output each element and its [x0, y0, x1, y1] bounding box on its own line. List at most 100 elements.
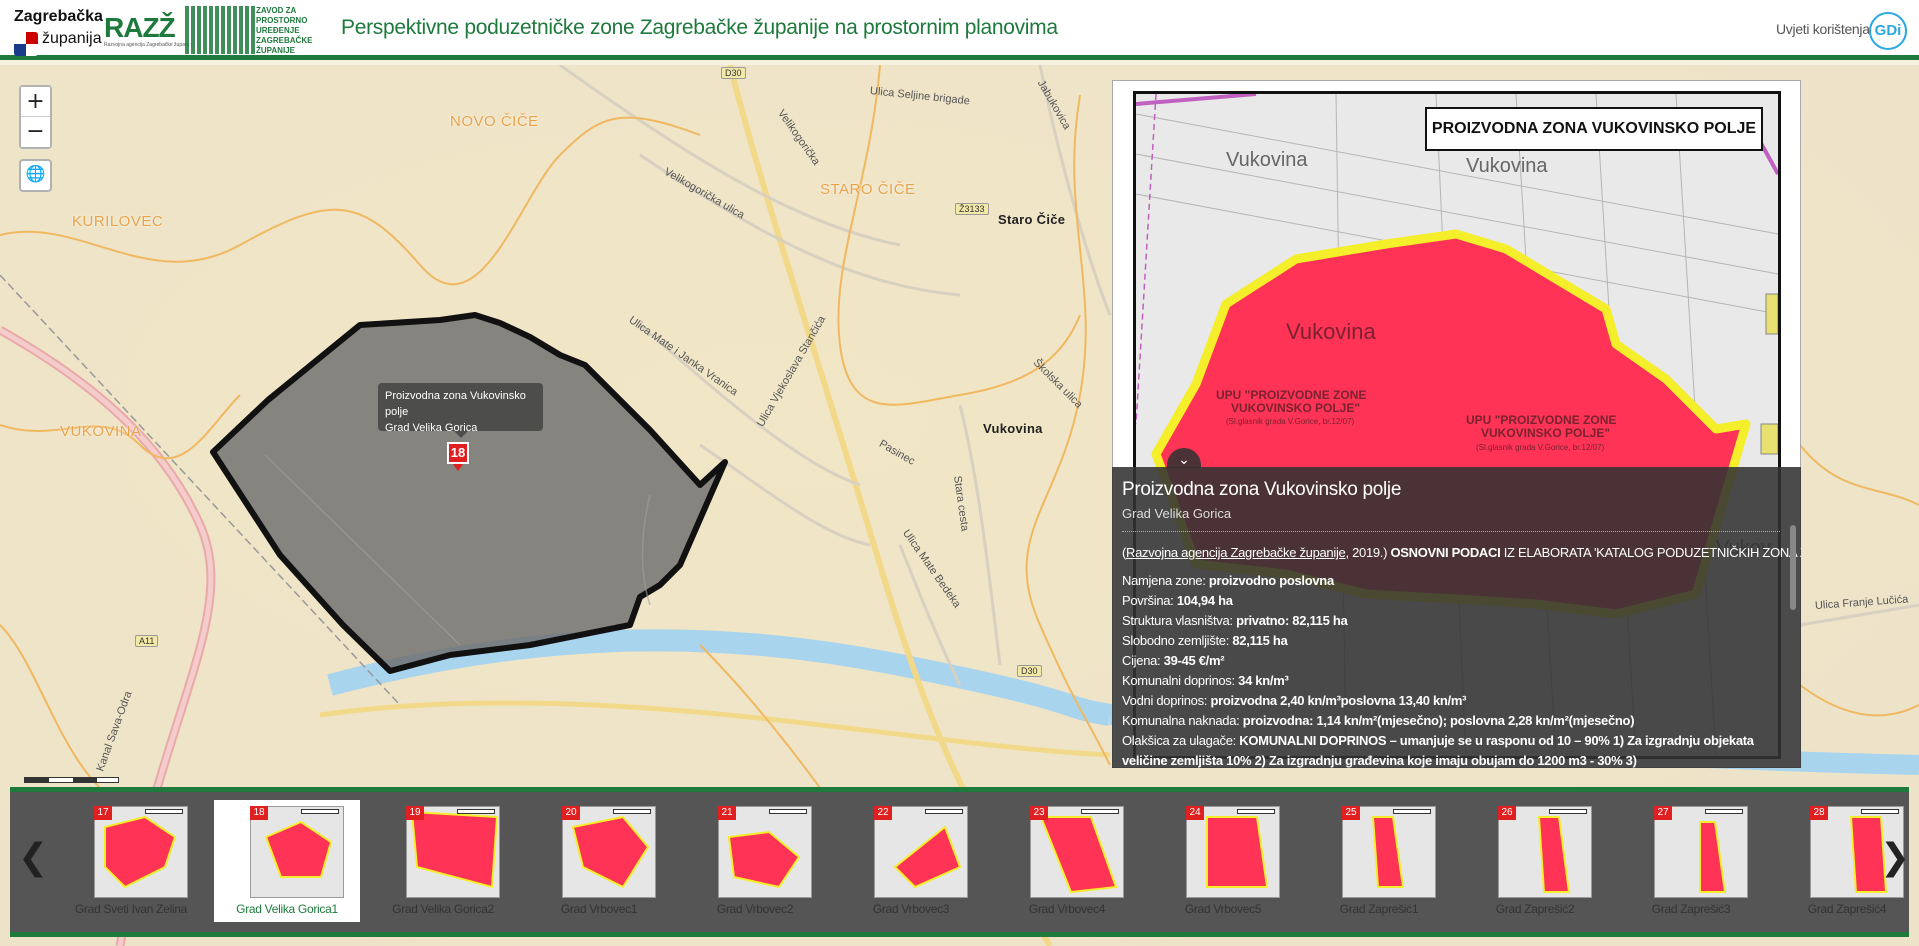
zoom-out-button[interactable]: − [21, 117, 50, 147]
svg-text:(Sl.glasnik grada V.Gorice, br: (Sl.glasnik grada V.Gorice, br.12/07) [1476, 443, 1605, 452]
gallery-thumb[interactable]: 26 Grad Zaprešić2 [1462, 800, 1608, 922]
info-zone-city: Grad Velika Gorica [1122, 506, 1232, 521]
source-link[interactable]: Razvojna agencija Zagrebačke županije [1126, 545, 1346, 560]
gallery-thumb-caption: Grad Velika Gorica2 [392, 902, 494, 916]
info-source: (Razvojna agencija Zagrebačke županije, … [1122, 545, 1801, 560]
gallery-thumb-number: 19 [406, 806, 424, 820]
plan-label: Vukovina [1286, 319, 1376, 344]
gallery-thumb-title-box [1081, 809, 1119, 814]
svg-text:(Sl.glasnik grada V.Gorice, br: (Sl.glasnik grada V.Gorice, br.12/07) [1226, 417, 1355, 426]
coat-of-arms-icon [14, 32, 38, 56]
property-row: Komunalna naknada: proizvodna: 1,14 kn/m… [1122, 711, 1772, 731]
property-row: Površina: 104,94 ha [1122, 591, 1772, 611]
svg-text:Vukovina: Vukovina [1226, 149, 1308, 171]
property-value: privatno: 82,115 ha [1236, 613, 1348, 628]
gallery-thumb[interactable]: 19 Grad Velika Gorica2 [370, 800, 516, 922]
gallery-thumb-number: 28 [1810, 806, 1828, 820]
gallery-thumb-number: 18 [250, 806, 268, 820]
zone-info-overlay: Proizvodna zona Vukovinsko polje Grad Ve… [1112, 467, 1801, 768]
gallery-thumb[interactable]: 23 Grad Vrbovec4 [994, 800, 1140, 922]
zzpu-logo-text: ZAVOD ZA PROSTORNO UREĐENJE ZAGREBAČKE Ž… [256, 6, 313, 55]
property-value: proizvodno poslovna [1208, 573, 1334, 588]
zzpu-logo-icon[interactable] [185, 6, 255, 54]
road-shield: Ž3133 [955, 203, 989, 215]
info-properties: Namjena zone: proizvodno poslovna Površin… [1122, 571, 1772, 768]
zoom-in-button[interactable]: + [21, 87, 50, 117]
town-label-vukovina: Vukovina [983, 421, 1043, 436]
gallery-thumb-caption: Grad Velika Gorica1 [236, 902, 338, 916]
zone-image-title: PROIZVODNA ZONA VUKOVINSKO POLJE [1425, 107, 1763, 151]
property-label: Komunalna naknada: [1122, 713, 1240, 728]
chevron-right-icon[interactable]: ❯ [1880, 837, 1910, 878]
gallery-thumb-caption: Grad Vrbovec5 [1184, 902, 1262, 916]
gallery-thumb-number: 22 [874, 806, 892, 820]
property-row: Namjena zone: proizvodno poslovna [1122, 571, 1772, 591]
gallery-thumb-title-box [925, 809, 963, 814]
source-year: , 2019.) [1345, 545, 1388, 560]
gallery-thumb-number: 25 [1342, 806, 1360, 820]
gallery-thumb[interactable]: 24 Grad Vrbovec5 [1150, 800, 1296, 922]
logo-zg-line2: županija [42, 30, 102, 47]
gallery-thumb-title-box [1705, 809, 1743, 814]
gallery-thumb-title-box [1549, 809, 1587, 814]
road-shield: A11 [135, 635, 159, 647]
gallery-thumb-caption: Grad Sveti Ivan Zelina [74, 902, 188, 916]
gallery-thumb-title-box [145, 809, 183, 814]
zone-marker[interactable]: 18 [447, 442, 469, 471]
property-label: Cijena: [1122, 653, 1161, 668]
gallery-thumb-caption: Grad Zaprešić4 [1807, 902, 1887, 916]
svg-text:VUKOVINSKO POLJE": VUKOVINSKO POLJE" [1231, 401, 1360, 415]
property-label: Struktura vlasništva: [1122, 613, 1233, 628]
gdi-logo[interactable]: GDi [1869, 12, 1907, 50]
zagrebacka-zupanija-logo[interactable]: Zagrebačka županija [12, 8, 103, 56]
info-scrollbar[interactable] [1790, 525, 1796, 610]
place-label-staro-cice: STARO ČIČE [820, 181, 916, 198]
source-bold: OSNOVNI PODACI [1390, 545, 1501, 560]
property-label: Vodni doprinos: [1122, 693, 1208, 708]
property-value: 34 kn/m³ [1238, 673, 1289, 688]
property-value: 82,115 ha [1232, 633, 1288, 648]
page-title: Perspektivne poduzetničke zone Zagrebačk… [341, 16, 1058, 39]
svg-text:Vukovina: Vukovina [1466, 155, 1548, 177]
gallery-thumb-title-box [457, 809, 495, 814]
logo-razz-subtitle: Razvojna agencija Zagrebačke županije [104, 42, 193, 48]
scale-bar [24, 777, 119, 783]
place-label-kurilovec: KURILOVEC [72, 213, 164, 230]
gallery-thumb[interactable]: 17 Grad Sveti Ivan Zelina [58, 800, 204, 922]
road-shield: D30 [721, 67, 746, 79]
zone-tooltip: Proizvodna zona Vukovinsko polje Grad Ve… [378, 383, 543, 438]
town-label-staro-cice: Staro Čiče [998, 212, 1066, 227]
gallery-thumb[interactable]: 22 Grad Vrbovec3 [838, 800, 984, 922]
gallery-thumb-title-box [1861, 809, 1899, 814]
place-label-vukovina: VUKOVINA [60, 423, 142, 440]
gallery-thumb[interactable]: 20 Grad Vrbovec1 [526, 800, 672, 922]
logo-razz-text: RAZŽ [104, 12, 176, 43]
property-row: Komunalni doprinos: 34 kn/m³ [1122, 671, 1772, 691]
info-separator [1122, 531, 1780, 532]
gallery-thumb-number: 26 [1498, 806, 1516, 820]
gallery-thumb[interactable]: 25 Grad Zaprešić1 [1306, 800, 1452, 922]
gallery-thumb-caption: Grad Vrbovec3 [872, 902, 950, 916]
zone-gallery: ❮ 17 Grad Sveti Ivan Zelina 18 Grad Velika … [10, 787, 1910, 937]
property-value: proizvodna: 1,14 kn/m²(mjesečno); poslov… [1242, 713, 1635, 728]
chevron-left-icon[interactable]: ❮ [18, 837, 48, 878]
razz-logo[interactable]: RAZŽ Razvojna agencija Zagrebačke župani… [104, 12, 193, 48]
property-row: Cijena: 39-45 €/m² [1122, 651, 1772, 671]
property-row: Struktura vlasništva: privatno: 82,115 h… [1122, 611, 1772, 631]
gallery-thumb[interactable]: 21 Grad Vrbovec2 [682, 800, 828, 922]
tooltip-zone-name: Proizvodna zona Vukovinsko polje [385, 390, 526, 418]
logo-zg-line1: Zagrebačka [14, 8, 103, 25]
source-rest: IZ ELABORATA 'KATALOG PODUZETNIČKIH ZONA… [1503, 545, 1801, 560]
property-row: Vodni doprinos: proizvodna 2,40 kn/m³pos… [1122, 691, 1772, 711]
globe-icon[interactable]: 🌐 [19, 159, 52, 192]
gallery-thumb[interactable]: 18 Grad Velika Gorica1 [214, 800, 360, 922]
terms-of-use-link[interactable]: Uvjeti korištenja [1776, 21, 1870, 37]
gallery-thumb-title-box [1393, 809, 1431, 814]
gallery-thumb-title-box [613, 809, 651, 814]
place-label-novo-cice: NOVO ČIČE [450, 113, 539, 130]
gallery-thumb-title-box [301, 809, 339, 814]
zoom-control: + − [19, 85, 52, 149]
gallery-thumb[interactable]: 27 Grad Zaprešić3 [1618, 800, 1764, 922]
svg-text:UPU "PROIZVODNE ZONE: UPU "PROIZVODNE ZONE [1216, 388, 1366, 402]
property-value: proizvodna 2,40 kn/m³poslovna 13,40 kn/m… [1210, 693, 1467, 708]
